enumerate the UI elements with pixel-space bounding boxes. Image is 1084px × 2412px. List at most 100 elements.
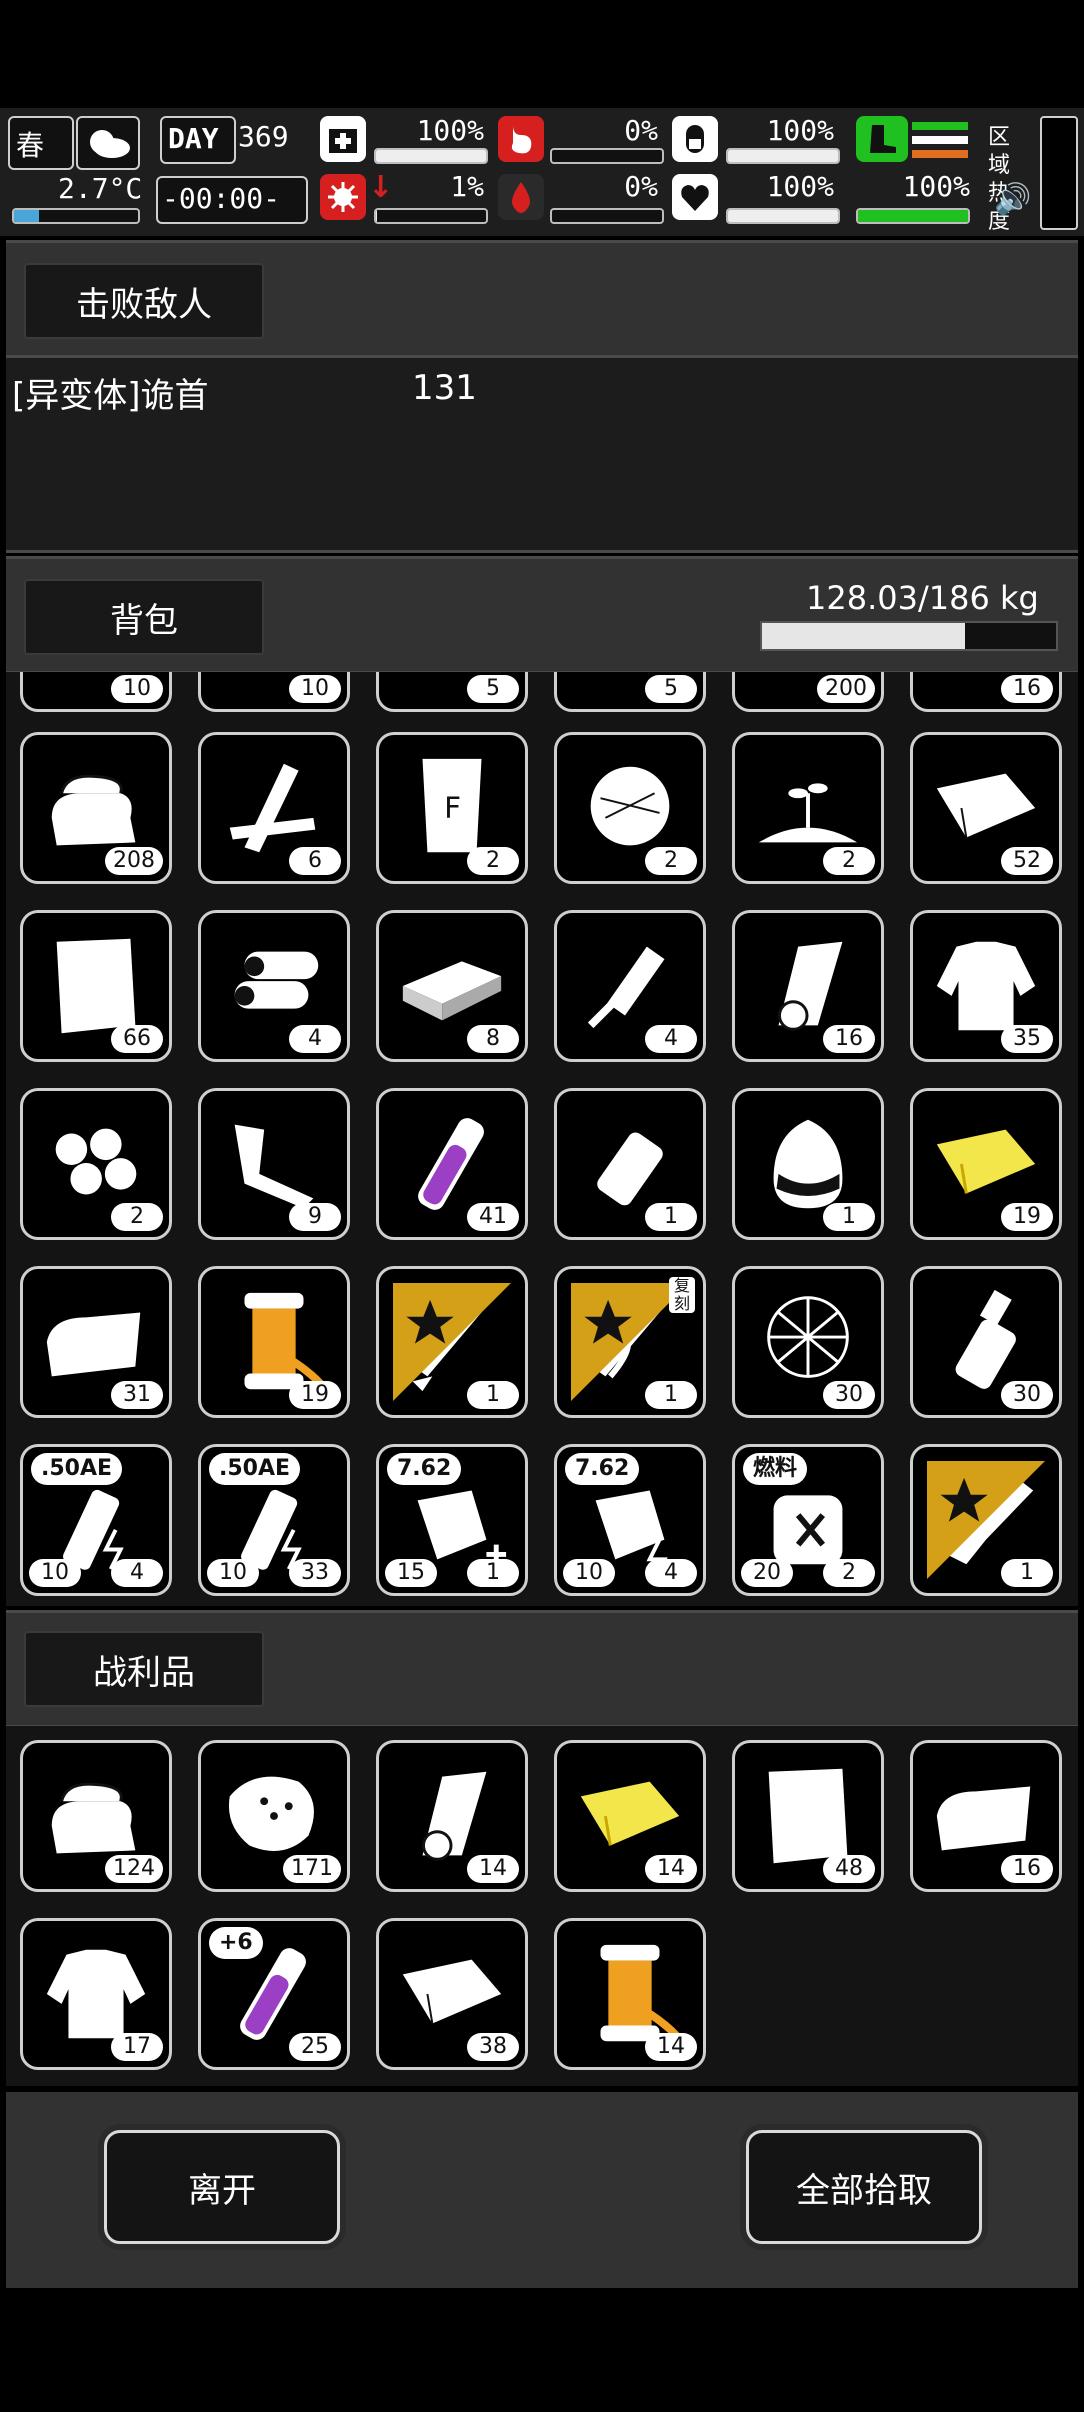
item-slot[interactable]: 14 (554, 1740, 706, 1892)
item-slot-partial[interactable]: 5 (376, 672, 528, 712)
item-slot[interactable]: 30 (910, 1266, 1062, 1418)
item-slot[interactable]: 复刻 1 (554, 1266, 706, 1418)
item-count: 19 (289, 1381, 341, 1409)
item-slot[interactable]: 14 (376, 1740, 528, 1892)
weather-icon (76, 116, 140, 170)
stamina-icon (856, 116, 908, 162)
item-slot[interactable]: 124 (20, 1740, 172, 1892)
item-count: 10 (111, 675, 163, 703)
stamina-stripe-white (912, 136, 968, 144)
item-slot-partial[interactable]: 10 (198, 672, 350, 712)
zone-heat-meter (1040, 116, 1078, 230)
medkit-icon (320, 116, 366, 162)
speaker-icon[interactable]: 🔊 (994, 182, 1031, 217)
item-count: 8 (467, 1025, 519, 1053)
backpack-header: 背包 128.03/186 kg (6, 556, 1078, 674)
status-hud: 春 2.7°C DAY 369 -00:00- 100% 0% 100% ↓ 1… (0, 108, 1084, 236)
item-slot[interactable]: 66 (20, 910, 172, 1062)
item-slot[interactable]: 17 (20, 1918, 172, 2070)
item-slot[interactable]: +6 25 (198, 1918, 350, 2070)
item-count: 4 (645, 1559, 697, 1587)
item-slot[interactable]: 48 (732, 1740, 884, 1892)
item-slot[interactable]: 1 (554, 1088, 706, 1240)
item-count: 14 (645, 1855, 697, 1883)
item-slot[interactable]: .50AE 10 4 (20, 1444, 172, 1596)
item-count: 1 (645, 1203, 697, 1231)
item-slot[interactable]: F2 (376, 732, 528, 884)
item-tag: +6 (209, 1927, 263, 1959)
item-tag: 7.62 (387, 1453, 462, 1485)
clock-value: -00:00- (162, 182, 281, 215)
item-count: 31 (111, 1381, 163, 1409)
item-slot[interactable]: 16 (732, 910, 884, 1062)
item-slot[interactable]: 31 (20, 1266, 172, 1418)
item-slot[interactable]: 30 (732, 1266, 884, 1418)
infection-value: 1% (450, 170, 484, 203)
item-count: 30 (823, 1381, 875, 1409)
item-slot[interactable]: 41 (376, 1088, 528, 1240)
season-label: 春 (16, 129, 45, 162)
item-slot-partial[interactable]: 5 (554, 672, 706, 712)
item-slot[interactable]: 52 (910, 732, 1062, 884)
item-count: 30 (1001, 1381, 1053, 1409)
item-count: 33 (289, 1559, 341, 1587)
clock-box: -00:00- (156, 176, 308, 224)
item-slot-partial[interactable]: 200 (732, 672, 884, 712)
item-count: 48 (823, 1855, 875, 1883)
item-slot[interactable]: 6 (198, 732, 350, 884)
item-slot[interactable]: 9 (198, 1088, 350, 1240)
item-tag: .50AE (31, 1453, 123, 1485)
item-tag: .50AE (209, 1453, 301, 1485)
item-slot[interactable]: 19 (198, 1266, 350, 1418)
item-slot[interactable]: 7.62 15 1 (376, 1444, 528, 1596)
item-slot[interactable]: 14 (554, 1918, 706, 2070)
temperature-bar (12, 208, 140, 224)
thirst-icon (672, 116, 718, 162)
item-count: 66 (111, 1025, 163, 1053)
item-count: 14 (467, 1855, 519, 1883)
item-slot[interactable]: 1 (910, 1444, 1062, 1596)
item-slot[interactable]: 燃料 20 2 (732, 1444, 884, 1596)
item-count: 16 (1001, 1855, 1053, 1883)
hunger-bar (550, 148, 664, 164)
item-slot[interactable]: 19 (910, 1088, 1062, 1240)
footer-bar: 离开 全部拾取 (6, 2092, 1078, 2288)
item-slot[interactable]: 1 (376, 1266, 528, 1418)
item-slot[interactable]: 171 (198, 1740, 350, 1892)
item-secondary-count: 20 (741, 1559, 793, 1587)
item-slot[interactable]: 208 (20, 732, 172, 884)
item-slot[interactable]: 16 (910, 1740, 1062, 1892)
item-slot-partial[interactable]: 16 (910, 672, 1062, 712)
item-slot[interactable]: 1 (732, 1088, 884, 1240)
item-slot[interactable]: 35 (910, 910, 1062, 1062)
backpack-grid[interactable]: 10 10 5 5 200 16 208 6 F 2 2 2 52 66 4 8 4 16 35 2 9 41 1 1 19 3… (6, 672, 1078, 1606)
item-slot[interactable]: 8 (376, 910, 528, 1062)
weight-bar (760, 621, 1058, 651)
item-slot[interactable]: 2 (732, 732, 884, 884)
item-tag: 燃料 (743, 1453, 808, 1485)
item-count: 10 (289, 675, 341, 703)
loot-grid[interactable]: 124 171 14 14 48 16 17 +6 25 38 14 (6, 1726, 1078, 2086)
leave-button[interactable]: 离开 (104, 2130, 340, 2244)
take-all-button[interactable]: 全部拾取 (746, 2130, 982, 2244)
item-slot[interactable]: 7.62 10 4 (554, 1444, 706, 1596)
item-count: 208 (105, 847, 163, 875)
item-slot[interactable]: 38 (376, 1918, 528, 2070)
item-count: 1 (467, 1559, 519, 1587)
item-slot[interactable]: 4 (198, 910, 350, 1062)
item-count: 17 (111, 2033, 163, 2061)
item-count: 5 (645, 675, 697, 703)
item-slot[interactable]: 2 (20, 1088, 172, 1240)
item-count: 41 (467, 1203, 519, 1231)
defeated-title: 击败敌人 (24, 263, 264, 339)
pressure-bar (726, 148, 840, 164)
item-slot[interactable]: .50AE 10 33 (198, 1444, 350, 1596)
defeated-enemy-name: [异变体]诡首 (12, 376, 209, 416)
item-slot[interactable]: 4 (554, 910, 706, 1062)
item-slot-partial[interactable]: 10 (20, 672, 172, 712)
stamina-bar (856, 208, 970, 224)
svg-text:F: F (444, 791, 461, 825)
item-count: 16 (823, 1025, 875, 1053)
item-slot[interactable]: 2 (554, 732, 706, 884)
backpack-weight: 128.03/186 kg (806, 579, 1039, 617)
